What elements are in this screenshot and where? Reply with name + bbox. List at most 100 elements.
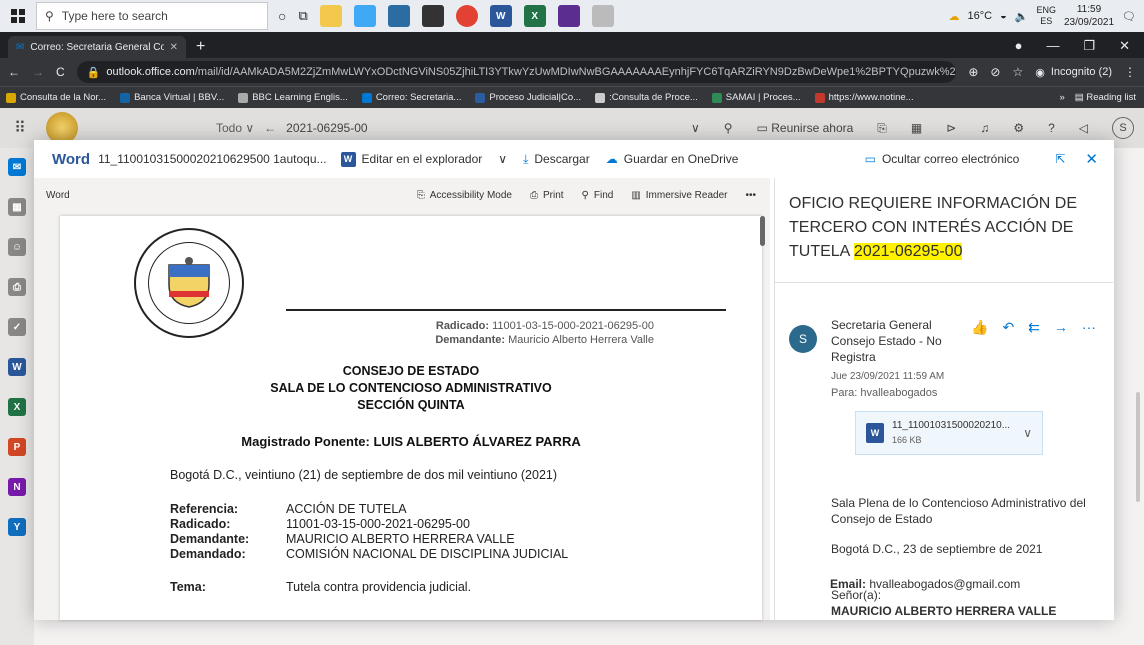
- search-scope-dropdown[interactable]: Todo ∨: [216, 121, 254, 135]
- people-icon[interactable]: ☺: [8, 238, 26, 256]
- mail-icon[interactable]: ✉: [8, 158, 26, 176]
- taskbar-clock[interactable]: 11:59 23/09/2021: [1064, 3, 1114, 29]
- menu-kebab-icon[interactable]: ⋮: [1124, 65, 1136, 79]
- weather-icon[interactable]: ☁: [949, 10, 960, 23]
- search-options-chevron-icon[interactable]: ∨: [691, 121, 700, 135]
- chrome-icon[interactable]: [455, 5, 478, 27]
- task-view-icon[interactable]: ⧉: [298, 8, 307, 24]
- chevron-down-icon[interactable]: ∨: [1023, 426, 1032, 440]
- more-actions-icon[interactable]: ···: [1082, 319, 1096, 336]
- minimize-icon[interactable]: —: [1046, 38, 1059, 54]
- url-host: outlook.office.com: [106, 66, 195, 78]
- back-icon[interactable]: ←: [8, 65, 20, 79]
- incognito-indicator[interactable]: ◉ Incognito (2): [1035, 66, 1112, 79]
- bookmark-star-icon[interactable]: ☆: [1012, 65, 1023, 79]
- address-bar[interactable]: 🔒 outlook.office.com /mail/id/AAMkADA5M2…: [76, 61, 957, 83]
- browser-tab-active[interactable]: ✉ Correo: Secretaria General Conse ✕: [8, 36, 186, 58]
- like-icon[interactable]: 👍: [971, 319, 988, 336]
- back-arrow-icon[interactable]: ←: [264, 121, 276, 135]
- cortana-icon[interactable]: ○: [278, 8, 286, 24]
- meet-now-button[interactable]: ▭ Reunirse ahora: [757, 121, 854, 135]
- tracking-icon[interactable]: ⊘: [990, 65, 1000, 79]
- bookmark-item[interactable]: Consulta de la Nor...: [6, 92, 106, 103]
- new-tab-icon[interactable]: +: [196, 38, 205, 56]
- search-query[interactable]: 2021-06295-00: [286, 121, 367, 135]
- onenote-rail-icon[interactable]: N: [8, 478, 26, 496]
- bookmark-item[interactable]: SAMAI | Proces...: [711, 92, 801, 103]
- gear-icon[interactable]: ⚙: [1013, 121, 1024, 135]
- excel-rail-icon[interactable]: X: [8, 398, 26, 416]
- more-options-icon[interactable]: •••: [745, 190, 756, 201]
- yammer-rail-icon[interactable]: Y: [8, 518, 26, 536]
- feedback-icon[interactable]: ⊳: [946, 121, 956, 135]
- bookmark-favicon-icon: [361, 92, 372, 103]
- forward-icon[interactable]: →: [1054, 319, 1068, 336]
- megaphone-icon[interactable]: ◁: [1079, 121, 1088, 135]
- zoom-icon[interactable]: ⊕: [968, 65, 978, 79]
- print-label: Print: [542, 189, 564, 201]
- file-explorer-icon[interactable]: [319, 5, 342, 27]
- attachment-card[interactable]: W 11_11001031500020210... 166 KB ∨: [855, 411, 1043, 455]
- tab-search-icon[interactable]: ●: [1015, 38, 1023, 54]
- download-button[interactable]: ⤓ Descargar: [523, 152, 590, 167]
- notifications-icon[interactable]: 🗨: [1122, 10, 1136, 23]
- reading-list-button[interactable]: ▤ Reading list: [1075, 92, 1136, 103]
- bookmark-item[interactable]: Proceso Judicial|Co...: [475, 92, 581, 103]
- photos-app-icon[interactable]: [387, 5, 410, 27]
- edit-options-chevron-icon[interactable]: ∨: [498, 152, 507, 166]
- hide-email-button[interactable]: ▭ Ocultar correo electrónico: [865, 152, 1020, 166]
- edit-in-browser-button[interactable]: W Editar en el explorador: [340, 151, 482, 167]
- url-path: /mail/id/AAMkADA5M2ZjZmMwLWYxODctNGViNS0…: [194, 66, 957, 78]
- search-icon[interactable]: ⚲: [724, 121, 733, 135]
- accessibility-mode-button[interactable]: ⎘ Accessibility Mode: [417, 190, 512, 201]
- language-indicator[interactable]: ENG ES: [1036, 5, 1056, 27]
- weather-temp[interactable]: 16°C: [968, 10, 993, 22]
- reply-all-icon[interactable]: ⇇: [1028, 319, 1040, 336]
- bookmark-item[interactable]: :Consulta de Proce...: [595, 92, 698, 103]
- sender-name[interactable]: Secretaria General Consejo Estado - No R…: [831, 317, 971, 365]
- close-icon[interactable]: ✕: [1085, 150, 1098, 168]
- store-icon[interactable]: [421, 5, 444, 27]
- powerpoint-rail-icon[interactable]: P: [8, 438, 26, 456]
- excel-taskbar-icon[interactable]: X: [523, 5, 546, 27]
- calendar-icon[interactable]: ▦: [8, 198, 26, 216]
- avatar[interactable]: S: [1112, 117, 1134, 139]
- screen-app-icon[interactable]: [353, 5, 376, 27]
- bookmark-item[interactable]: BBC Learning Englis...: [238, 92, 348, 103]
- todo-icon[interactable]: ✓: [8, 318, 26, 336]
- print-button[interactable]: ⎙ Print: [530, 190, 564, 201]
- restore-icon[interactable]: ❐: [1083, 38, 1095, 54]
- skype-icon[interactable]: ⎘: [877, 121, 887, 136]
- email-message-card: S Secretaria General Consejo Estado - No…: [775, 282, 1113, 620]
- bookmarks-overflow-icon[interactable]: »: [1059, 92, 1064, 103]
- bookmark-item[interactable]: Banca Virtual | BBV...: [120, 92, 224, 103]
- word-taskbar-icon[interactable]: W: [489, 5, 512, 27]
- reply-icon[interactable]: ↶: [1002, 319, 1014, 336]
- taskbar-search-input[interactable]: ⚲ Type here to search: [36, 2, 268, 30]
- files-icon[interactable]: ⎙: [8, 278, 26, 296]
- immersive-reader-button[interactable]: ▥ Immersive Reader: [631, 190, 727, 201]
- app-launcher-icon[interactable]: ⠿: [0, 118, 40, 138]
- bookmark-item[interactable]: Correo: Secretaria...: [361, 92, 461, 103]
- reload-icon[interactable]: C: [56, 65, 65, 79]
- misc-taskbar-icon[interactable]: [591, 5, 614, 27]
- viewer-scrollbar[interactable]: [760, 216, 765, 246]
- sender-avatar[interactable]: S: [789, 325, 817, 353]
- email-scrollbar[interactable]: [1136, 392, 1140, 502]
- word-rail-icon[interactable]: W: [8, 358, 26, 376]
- network-icon[interactable]: ◒: [1000, 10, 1007, 22]
- forward-icon[interactable]: →: [32, 65, 44, 79]
- windows-start-icon[interactable]: [0, 0, 36, 32]
- help-icon[interactable]: ?: [1048, 121, 1055, 135]
- close-window-icon[interactable]: ✕: [1119, 38, 1130, 54]
- body-email-value[interactable]: hvalleabogados@gmail.com: [869, 577, 1020, 591]
- tab-close-icon[interactable]: ✕: [170, 42, 178, 53]
- bell-icon[interactable]: ♫: [980, 121, 989, 135]
- app-taskbar-icon[interactable]: [557, 5, 580, 27]
- find-button[interactable]: ⚲ Find: [582, 190, 614, 201]
- teams-icon[interactable]: ▦: [911, 121, 922, 135]
- volume-icon[interactable]: 🔈: [1015, 10, 1029, 23]
- popout-icon[interactable]: ⇱: [1055, 152, 1065, 166]
- bookmark-item[interactable]: https://www.notine...: [814, 92, 914, 103]
- save-onedrive-button[interactable]: ☁ Guardar en OneDrive: [606, 152, 739, 166]
